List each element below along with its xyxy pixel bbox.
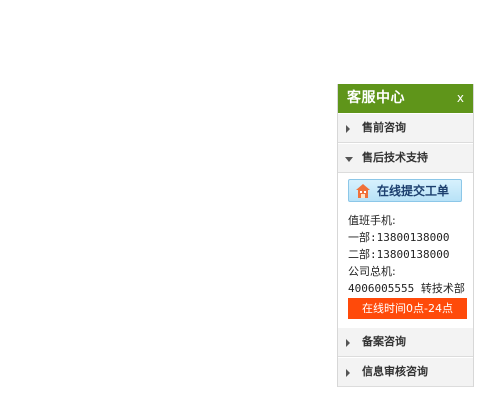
support-panel: 在线提交工单 值班手机: 一部:13800138000 二部:138001380… bbox=[338, 173, 473, 327]
hotline-value: 4006005555 转技术部 bbox=[348, 281, 465, 295]
section-filing[interactable]: 备案咨询 bbox=[338, 326, 473, 357]
section-content-review[interactable]: 信息审核咨询 bbox=[338, 356, 473, 387]
section-label: 售后技术支持 bbox=[362, 151, 428, 164]
caret-right-icon bbox=[346, 125, 350, 133]
caret-right-icon bbox=[346, 368, 350, 377]
close-button[interactable]: x bbox=[457, 91, 464, 105]
section-label: 备案咨询 bbox=[362, 334, 406, 348]
duty-mobile-label: 值班手机: bbox=[348, 213, 396, 227]
section-label: 售前咨询 bbox=[362, 121, 406, 134]
contact-info: 值班手机: 一部:13800138000 二部:13800138000 公司总机… bbox=[348, 212, 473, 297]
widget-header: 客服中心 x bbox=[338, 84, 473, 113]
submit-ticket-label: 在线提交工单 bbox=[377, 184, 450, 198]
submit-ticket-button[interactable]: 在线提交工单 bbox=[348, 179, 462, 202]
customer-service-widget: 客服中心 x 售前咨询 售后技术支持 在线提交工单 值班手机: 一部:13800… bbox=[337, 84, 474, 387]
hotline-label: 公司总机: bbox=[348, 264, 396, 278]
caret-right-icon bbox=[346, 338, 350, 347]
section-aftersales-support[interactable]: 售后技术支持 bbox=[338, 143, 473, 173]
widget-title: 客服中心 bbox=[347, 90, 405, 106]
house-icon bbox=[356, 183, 370, 198]
dept2-phone: 二部:13800138000 bbox=[348, 247, 450, 261]
dept1-phone: 一部:13800138000 bbox=[348, 230, 450, 244]
online-hours-badge: 在线时间0点-24点 bbox=[348, 297, 467, 319]
section-presales[interactable]: 售前咨询 bbox=[338, 113, 473, 143]
section-label: 信息审核咨询 bbox=[362, 364, 428, 378]
caret-down-icon bbox=[345, 157, 353, 162]
